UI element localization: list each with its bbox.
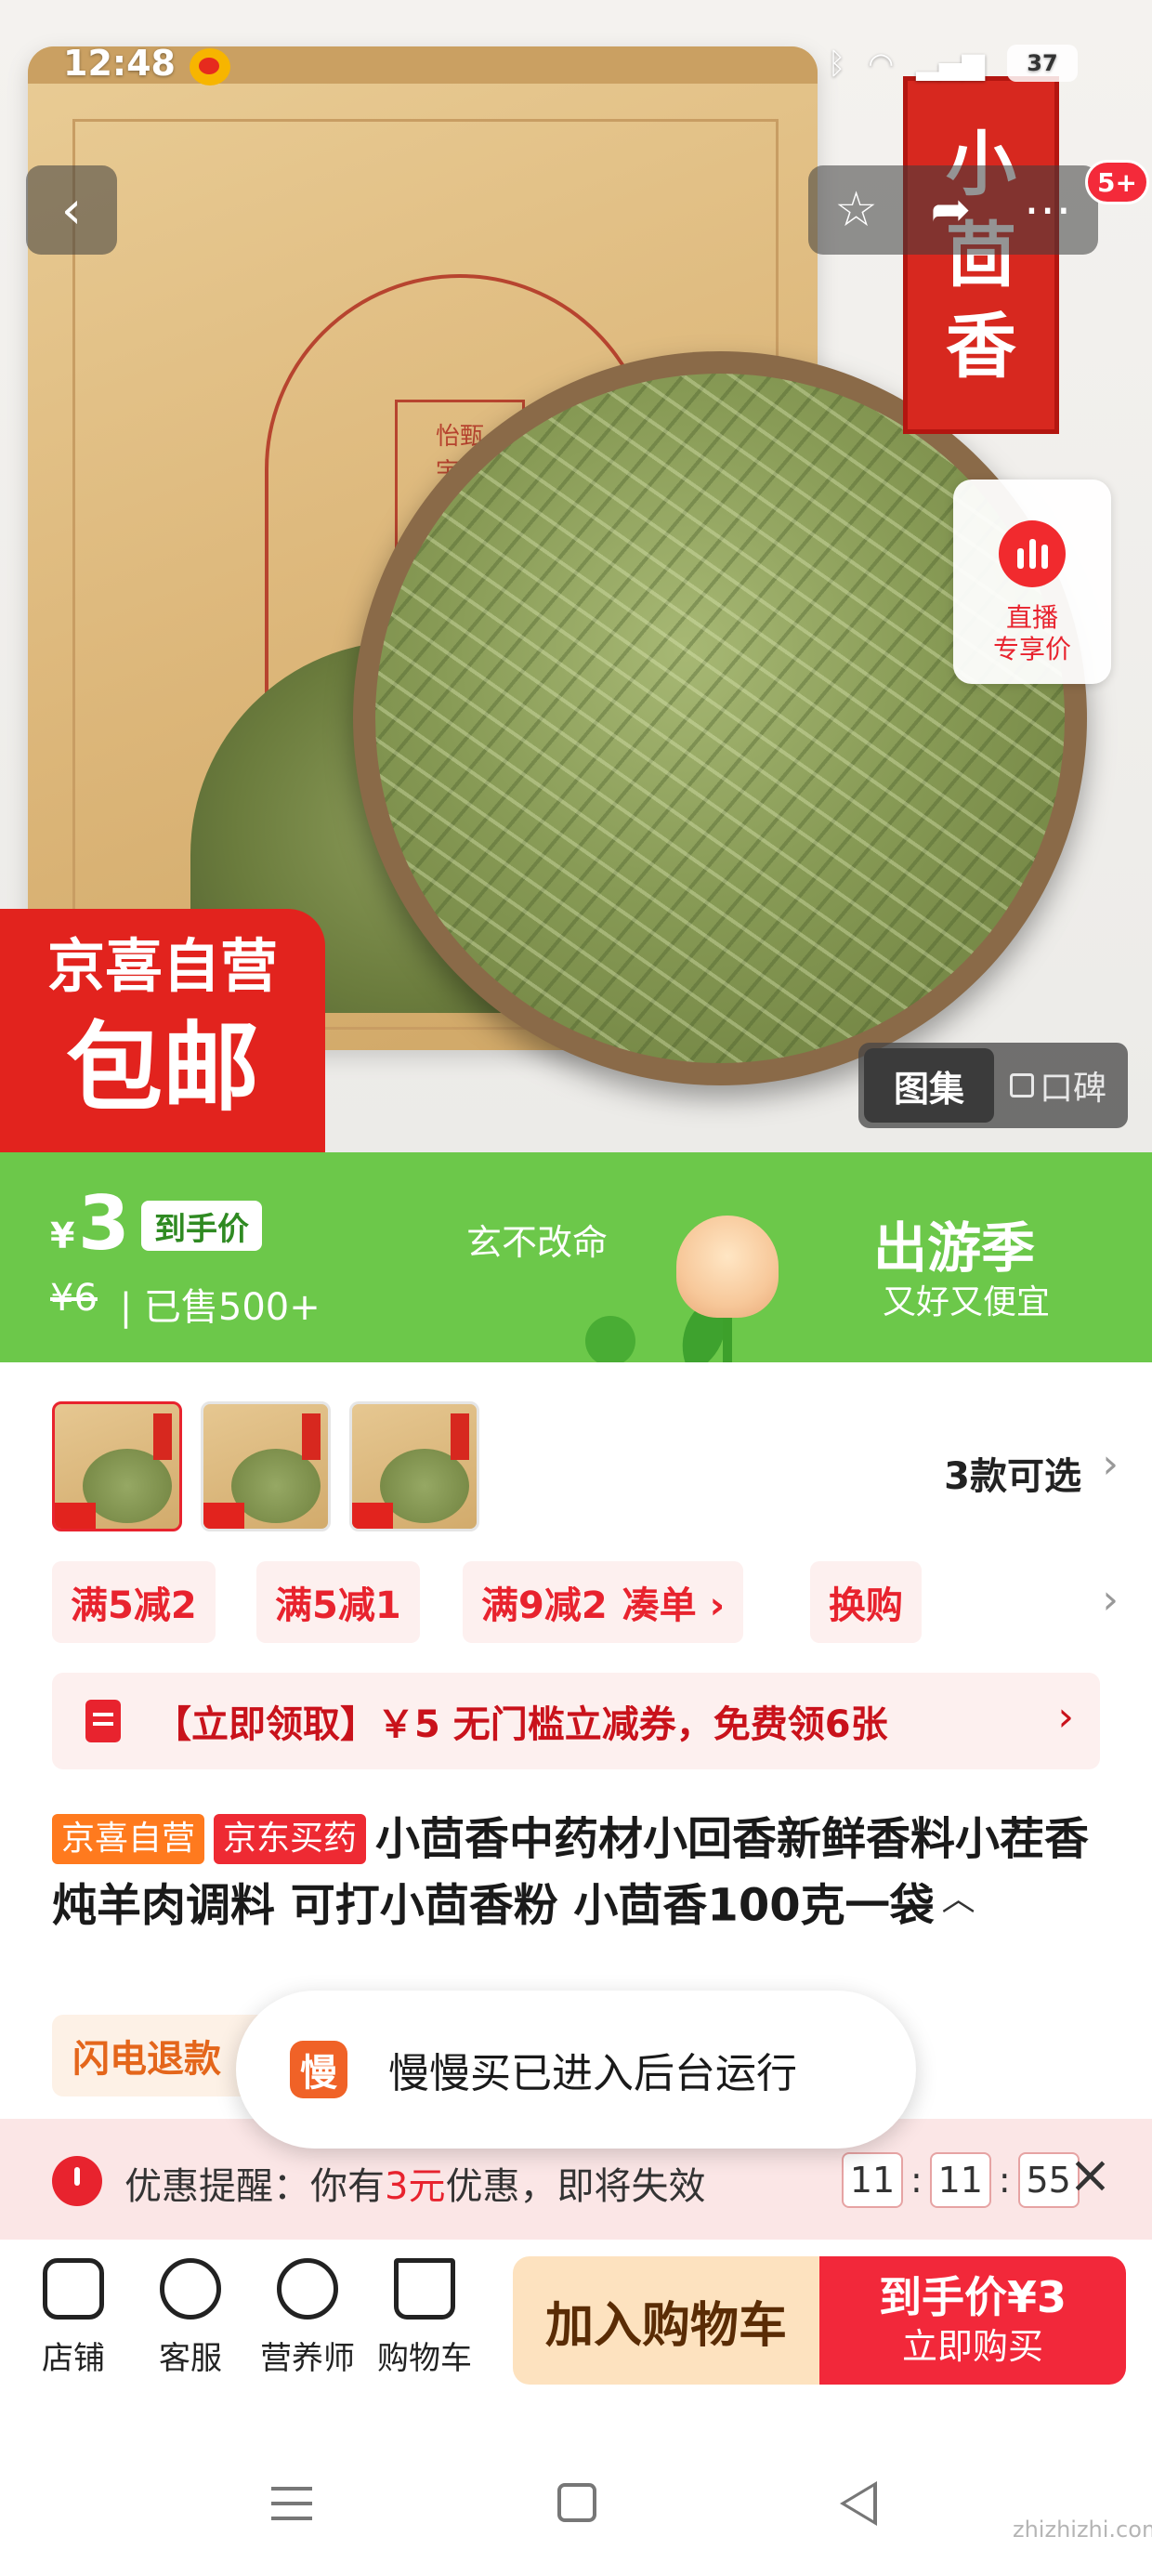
self-operated-free-shipping-badge: 京喜自营 包邮 xyxy=(0,909,325,1152)
person-icon xyxy=(277,2258,338,2320)
signal-icon: ▂▄▆ xyxy=(916,46,985,81)
back-triangle-icon[interactable] xyxy=(840,2481,877,2526)
coupon-text: 【立即领取】￥5 无门槛立减券，免费领6张 xyxy=(154,1703,888,1746)
toast-message: 慢慢买已进入后台运行 xyxy=(388,2050,797,2097)
store-icon xyxy=(43,2258,104,2320)
countdown-timer: 11 : 11 : 55 xyxy=(842,2152,1080,2208)
back-button[interactable]: ‹ xyxy=(26,165,117,255)
promo-tag-bundle[interactable]: 满9减2 凑单 › xyxy=(463,1561,744,1643)
chevron-right-icon: › xyxy=(1102,1440,1119,1488)
live-icon xyxy=(999,520,1066,587)
product-title-block: 京喜自营 京东买药 小茴香中药材小回香新鲜香料小茬香炖羊肉调料 可打小茴香粉 小茴香… xyxy=(52,1807,1102,1939)
price-currency: ¥ xyxy=(50,1216,75,1256)
countdown-hours: 11 xyxy=(842,2152,903,2208)
reminder-text: 优惠提醒：你有3元优惠，即将失效 xyxy=(124,2165,706,2208)
cart-icon xyxy=(394,2258,455,2320)
original-price: ¥6 xyxy=(50,1277,98,1320)
status-bar: 12:48 ᛒ ◠ ▂▄▆ 37 xyxy=(0,37,1152,102)
tab-gallery[interactable]: 图集 xyxy=(864,1048,994,1123)
variant-selector[interactable]: 3款可选 › xyxy=(0,1362,1152,1548)
price-value: 3 xyxy=(78,1180,130,1267)
wifi-icon: ◠ xyxy=(868,46,895,81)
add-to-cart-button[interactable]: 加入购物车 xyxy=(513,2256,819,2385)
chevron-left-icon: ‹ xyxy=(60,179,83,241)
system-icons: ᛒ ◠ ▂▄▆ 37 xyxy=(828,45,1078,82)
more-icon[interactable]: ⋯ xyxy=(1024,182,1072,238)
tulip-decoration xyxy=(676,1216,779,1318)
coupon-icon xyxy=(85,1700,121,1742)
system-navigation-bar xyxy=(0,2407,1152,2576)
campaign-subtitle: 又好又便宜 xyxy=(883,1283,1051,1321)
sold-count: | 已售500+ xyxy=(108,1286,321,1329)
pharmacy-tag: 京东买药 xyxy=(214,1814,367,1864)
fennel-bowl-image xyxy=(353,351,1087,1085)
slogan: 玄不改命 xyxy=(466,1222,609,1263)
promo-tag[interactable]: 满5减2 xyxy=(52,1561,216,1643)
self-operated-tag: 京喜自营 xyxy=(52,1814,205,1864)
menu-icon[interactable] xyxy=(271,2487,312,2520)
store-button[interactable]: 店铺 xyxy=(13,2258,134,2378)
promo-tag-exchange[interactable]: 换购 xyxy=(810,1561,922,1643)
promo-tag[interactable]: 满5减1 xyxy=(256,1561,420,1643)
variant-thumb[interactable] xyxy=(52,1401,182,1531)
live-price-button[interactable]: 直播 专享价 xyxy=(953,480,1111,684)
favorite-star-icon[interactable]: ☆ xyxy=(834,182,878,238)
product-name-tag: 小 茴 香 xyxy=(903,76,1059,434)
live-label: 直播 专享价 xyxy=(992,602,1071,664)
countdown-minutes: 11 xyxy=(929,2152,991,2208)
customer-service-button[interactable]: 客服 xyxy=(130,2258,251,2378)
cart-button[interactable]: 购物车 xyxy=(364,2258,485,2378)
weibo-notification-icon xyxy=(190,48,230,85)
buy-now-button[interactable]: 到手价¥3 立即购买 xyxy=(819,2256,1126,2385)
bluetooth-icon: ᛒ xyxy=(828,46,846,81)
clover-decoration xyxy=(585,1316,635,1362)
campaign-title: 出游季 xyxy=(873,1216,1036,1280)
product-title: 小茴香中药材小回香新鲜香料小茬香炖羊肉调料 可打小茴香粉 小茴香100克一袋 xyxy=(52,1813,1090,1932)
battery-icon: 37 xyxy=(1007,45,1078,82)
close-icon[interactable]: × xyxy=(1068,2145,1112,2205)
status-time: 12:48 xyxy=(63,43,176,84)
nutritionist-button[interactable]: 营养师 xyxy=(247,2258,368,2378)
gallery-toggle: 图集 口碑 xyxy=(858,1043,1128,1128)
variant-thumb[interactable] xyxy=(349,1401,479,1531)
watermark: zhizhizhi.com xyxy=(1013,2517,1152,2543)
home-icon[interactable] xyxy=(557,2483,596,2522)
tab-reviews[interactable]: 口碑 xyxy=(994,1061,1122,1110)
bottom-action-bar: 店铺 客服 营养师 购物车 加入购物车 到手价¥3 立即购买 xyxy=(0,2240,1152,2407)
smiley-icon xyxy=(160,2258,221,2320)
stem-decoration xyxy=(723,1310,732,1362)
collapse-caret-icon[interactable]: ︿ xyxy=(942,1880,975,1918)
variants-count[interactable]: 3款可选 xyxy=(944,1446,1081,1500)
product-hero-image[interactable]: 怡甄 宇选 精选 小 茴 香 12:48 ᛒ ◠ ▂▄▆ 37 ‹ ☆ ➦ ⋯ … xyxy=(0,0,1152,1152)
app-icon: 慢 xyxy=(290,2041,347,2098)
coupon-banner[interactable]: 【立即领取】￥5 无门槛立减券，免费领6张 › xyxy=(52,1673,1100,1769)
message-count-badge: 5+ xyxy=(1085,160,1149,204)
chevron-right-icon: › xyxy=(1057,1693,1074,1741)
share-icon[interactable]: ➦ xyxy=(931,182,972,238)
background-running-toast: 慢 慢慢买已进入后台运行 xyxy=(236,1991,916,2149)
promo-row: 满5减2 满5减1 满9减2 凑单 › 换购 › xyxy=(0,1561,1152,1645)
chevron-right-icon[interactable]: › xyxy=(1102,1576,1119,1623)
final-price-tag: 到手价 xyxy=(141,1201,262,1251)
alarm-icon xyxy=(52,2156,102,2206)
variant-thumb[interactable] xyxy=(201,1401,331,1531)
price-banner: ¥ 3 到手价 ¥6 | 已售500+ 玄不改命 出游季 又好又便宜 xyxy=(0,1152,1152,1362)
top-actions: ☆ ➦ ⋯ xyxy=(808,165,1098,255)
review-icon xyxy=(1009,1073,1034,1097)
